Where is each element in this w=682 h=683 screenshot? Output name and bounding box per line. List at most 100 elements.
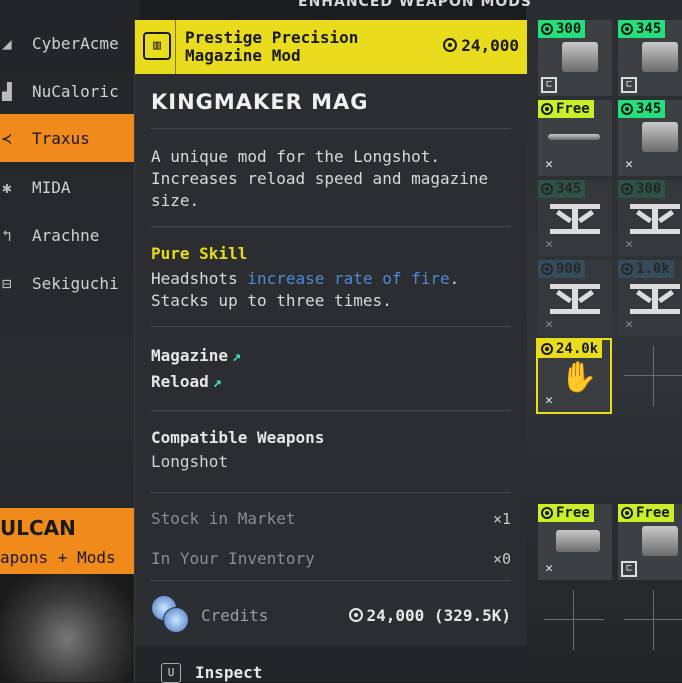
owned-icon: ⊏: [541, 77, 557, 93]
vendor-subtitle: apons + Mods: [0, 548, 116, 567]
owned-icon: ⊏: [621, 77, 637, 93]
mod-image: [642, 526, 678, 556]
kingmaker-mag-icon: ✋: [560, 360, 598, 395]
mod-image: [548, 134, 600, 140]
credits-icon: [151, 595, 191, 635]
traxus-icon: ≺: [2, 128, 12, 148]
credit-icon: [621, 263, 633, 275]
credit-icon: [621, 183, 633, 195]
keybind-u: U: [161, 663, 181, 683]
empty-slot-plus-icon[interactable]: [624, 590, 682, 650]
faction-item-mida[interactable]: ✱ MIDA: [0, 164, 134, 210]
item-type-name: Prestige Precision Magazine Mod: [185, 28, 359, 65]
price-badge: 345: [618, 20, 666, 38]
stock-label: Stock in Market: [151, 509, 296, 528]
price-badge: 300: [618, 180, 666, 198]
credit-icon: [541, 263, 553, 275]
close-icon: ✕: [545, 157, 553, 172]
credit-icon: [541, 23, 553, 35]
price-badge: 345: [618, 100, 666, 118]
faction-label: Traxus: [32, 128, 90, 148]
credit-icon: [348, 608, 363, 622]
mod-image: [642, 42, 678, 72]
stat-reload: Reload ↗: [151, 372, 222, 391]
price-badge: 1.0k: [618, 260, 674, 278]
close-icon: ✕: [625, 317, 633, 332]
faction-label: Arachne: [32, 225, 100, 245]
skill-highlight: increase rate of fire: [247, 269, 450, 288]
compatible-title: Compatible Weapons: [151, 428, 325, 447]
credit-icon: [541, 343, 553, 355]
magazine-mod-icon: ▥: [143, 32, 171, 60]
skill-name: Pure Skill: [151, 244, 248, 263]
skill-description: Headshots increase rate of fire. Stacks …: [151, 269, 460, 310]
mod-slot[interactable]: 345 ⊏: [618, 20, 682, 96]
price-badge: Free: [538, 504, 594, 522]
stat-up-icon: ↗: [212, 373, 222, 391]
cyberacme-icon: ◢: [2, 33, 12, 53]
header-divider: [175, 20, 176, 74]
price-badge: Free: [618, 504, 674, 522]
sekiguchi-icon: ⊟: [2, 273, 12, 293]
faction-label: NuCaloric: [32, 81, 119, 101]
mod-image: [556, 530, 600, 552]
stat-magazine: Magazine ↗: [151, 346, 242, 365]
credit-icon: [541, 507, 553, 519]
divider: [151, 226, 511, 227]
credits-value: 24,000 (329.5K): [348, 606, 511, 625]
price-badge: 24.0k: [538, 340, 603, 358]
close-icon: ✕: [625, 237, 633, 252]
item-price: 24,000: [443, 36, 519, 55]
faction-label: MIDA: [32, 177, 71, 197]
empty-slot-plus-icon[interactable]: [624, 346, 682, 406]
close-icon: ✕: [545, 393, 553, 408]
inspect-bar[interactable]: U Inspect: [135, 646, 527, 683]
compatible-value: Longshot: [151, 452, 229, 471]
mod-slot-selected[interactable]: 24.0k ✋ ✕: [536, 338, 612, 414]
credits-label: Credits: [201, 606, 269, 625]
mod-slot[interactable]: Free ✕: [538, 100, 612, 176]
credit-icon: [621, 507, 633, 519]
item-title: KINGMAKER MAG: [151, 90, 369, 114]
stat-up-icon: ↗: [232, 347, 242, 365]
mod-slot[interactable]: Free ✕: [538, 504, 612, 580]
credit-icon: [621, 23, 633, 35]
inventory-value: ×0: [492, 550, 511, 568]
vendor-name: ULCAN: [0, 516, 76, 540]
credit-icon: [621, 103, 633, 115]
vendor-banner: ULCAN apons + Mods: [0, 508, 134, 574]
price-badge: 900: [538, 260, 586, 278]
mod-slot[interactable]: 345 ✕: [618, 100, 682, 176]
faction-item-traxus[interactable]: ≺ Traxus: [0, 114, 134, 162]
stock-value: ×1: [492, 510, 511, 528]
nucaloric-icon: ▟: [2, 81, 12, 101]
price-badge: 300: [538, 20, 586, 38]
close-icon: ✕: [545, 317, 553, 332]
divider: [151, 128, 511, 129]
inventory-label: In Your Inventory: [151, 549, 315, 568]
faction-item-sekiguchi[interactable]: ⊟ Sekiguchi: [0, 260, 134, 306]
mod-slot[interactable]: 300 ⊏: [538, 20, 612, 96]
mod-image: [562, 42, 598, 72]
faction-item-nucaloric[interactable]: ▟ NuCaloric: [0, 68, 134, 114]
faction-item-arachne[interactable]: ↰ Arachne: [0, 212, 134, 258]
faction-label: CyberAcme: [32, 33, 119, 53]
tooltip-header: ▥ Prestige Precision Magazine Mod 24,000: [135, 20, 527, 74]
traxus-lock-icon: [630, 284, 680, 314]
traxus-lock-icon: [630, 204, 680, 234]
divider: [151, 410, 511, 411]
mida-icon: ✱: [2, 177, 12, 197]
traxus-lock-icon: [550, 204, 600, 234]
faction-item-cyberacme[interactable]: ◢ CyberAcme: [0, 20, 134, 66]
empty-slot-plus-icon[interactable]: [544, 590, 604, 650]
traxus-lock-icon: [550, 284, 600, 314]
close-icon: ✕: [625, 157, 633, 172]
mod-slot[interactable]: Free ⊏: [618, 504, 682, 580]
owned-icon: ⊏: [621, 561, 637, 577]
mod-image: [642, 122, 678, 152]
item-description: A unique mod for the Longshot. Increases…: [151, 147, 489, 210]
close-icon: ✕: [545, 237, 553, 252]
faction-label: Sekiguchi: [32, 273, 119, 293]
inspect-button[interactable]: Inspect: [195, 663, 262, 682]
divider: [151, 580, 511, 581]
